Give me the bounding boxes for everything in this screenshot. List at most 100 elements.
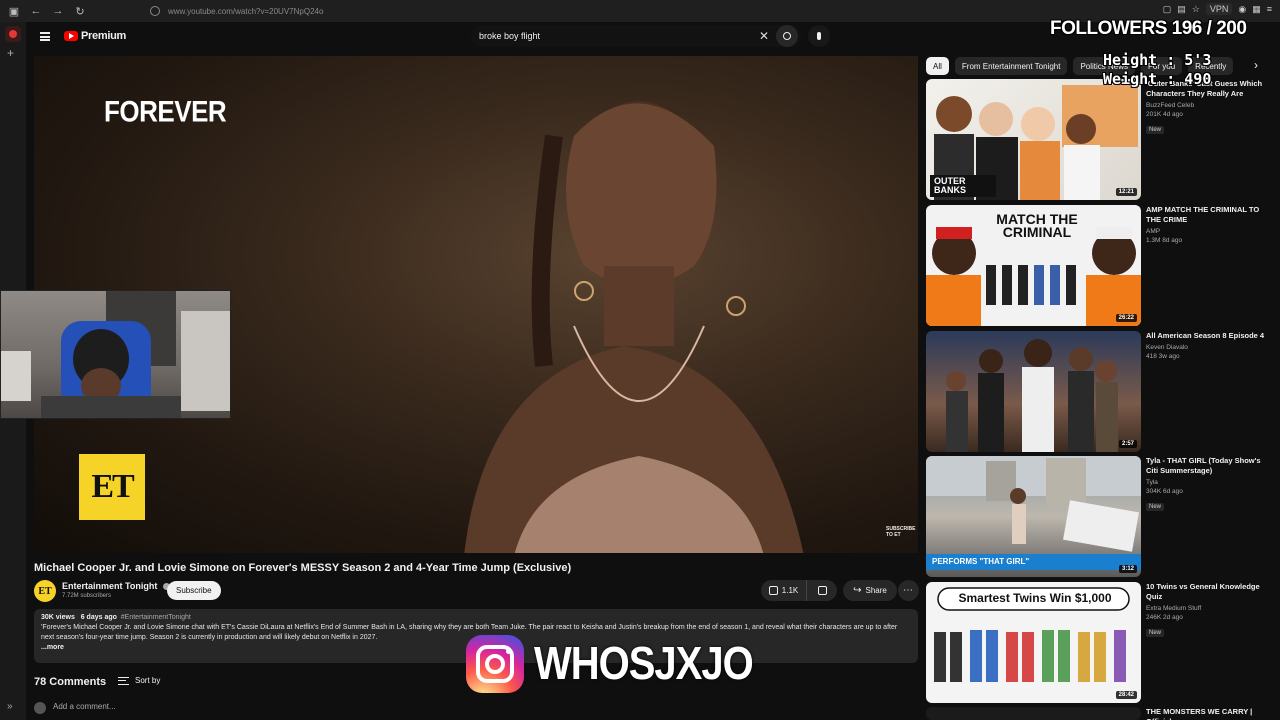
recommendation-title[interactable]: 10 Twins vs General Knowledge Quiz: [1146, 582, 1270, 602]
search-box: [471, 25, 801, 47]
video-title: Michael Cooper Jr. and Lovie Simone on F…: [34, 562, 572, 574]
like-button[interactable]: 1.1K: [761, 580, 807, 601]
channel-avatar[interactable]: ET: [34, 580, 56, 602]
recommendation-title[interactable]: Tyla - THAT GIRL (Today Show's Citi Summ…: [1146, 456, 1270, 476]
recommendation-channel[interactable]: BuzzFeed Celeb: [1146, 102, 1270, 109]
recommendation-title[interactable]: All American Season 8 Episode 4: [1146, 331, 1270, 341]
channel-name[interactable]: Entertainment Tonight: [62, 581, 157, 591]
youtube-tab-icon[interactable]: [5, 26, 21, 42]
instagram-icon: [466, 635, 524, 693]
recommendation-channel[interactable]: AMP: [1146, 228, 1270, 235]
related-filter-chips: All From Entertainment Tonight Politics …: [926, 56, 1271, 76]
chevron-right-icon[interactable]: ›: [1254, 58, 1258, 72]
search-input[interactable]: [479, 31, 749, 41]
recommendation-title[interactable]: AMP MATCH THE CRIMINAL TO THE CRIME: [1146, 205, 1270, 225]
sort-label: Sort by: [135, 676, 161, 685]
mic-icon: [817, 32, 821, 40]
new-badge: New: [1146, 629, 1165, 637]
youtube-logo[interactable]: Premium: [64, 30, 126, 42]
hashtag-link[interactable]: #EntertainmentTonight: [121, 614, 191, 621]
description-meta: 30K views 6 days ago #EntertainmentTonig…: [41, 614, 911, 621]
chip-all[interactable]: All: [926, 57, 949, 75]
url-text: www.youtube.com/watch?v=20UV7NpQ24o: [168, 6, 324, 16]
video-thumbnail[interactable]: OUTER BANKS 12:21: [926, 79, 1141, 200]
video-duration: 12:21: [1115, 188, 1137, 196]
subscribe-watermark[interactable]: SUBSCRIBE TO ET: [886, 526, 916, 538]
recommendation-info: Tyla - THAT GIRL (Today Show's Citi Summ…: [1146, 456, 1270, 513]
video-thumbnail[interactable]: PERFORMS "THAT GIRL" 3:12: [926, 456, 1141, 577]
followers-goal-overlay: FOLLOWERS 196 / 200: [1050, 18, 1247, 39]
expand-sidebar-icon[interactable]: »: [7, 701, 13, 712]
video-thumbnail[interactable]: MATCH THE CRIMINAL 26:22: [926, 205, 1141, 326]
thumbnail-caption: Smartest Twins Win $1,000: [958, 591, 1112, 605]
search-button[interactable]: [776, 25, 798, 47]
video-thumbnail[interactable]: 2:57: [926, 331, 1141, 452]
recommendation-item[interactable]: MATCH THE CRIMINAL 26:22 AMP MATCH THE C…: [926, 205, 1271, 327]
view-count: 30K views: [41, 614, 75, 621]
new-tab-icon[interactable]: +: [7, 46, 14, 60]
address-bar[interactable]: www.youtube.com/watch?v=20UV7NpQ24o: [150, 3, 1010, 19]
like-dislike-group: 1.1K: [761, 580, 837, 601]
video-duration: 26:22: [1115, 314, 1137, 322]
chip-from-channel[interactable]: From Entertainment Tonight: [954, 57, 1068, 75]
video-thumbnail[interactable]: [926, 707, 1141, 720]
back-icon[interactable]: ←: [28, 3, 44, 19]
reader-icon[interactable]: ▤: [1177, 4, 1186, 15]
recommendation-channel[interactable]: Keven Diavalo: [1146, 344, 1270, 351]
recommendation-title[interactable]: THE MONSTERS WE CARRY | Official: [1146, 707, 1270, 720]
subscriber-count: 7.72M subscribers: [62, 593, 112, 599]
forward-icon[interactable]: →: [50, 3, 66, 19]
recommendation-meta: 304K 6d ago: [1146, 488, 1183, 495]
youtube-play-icon: [64, 31, 78, 41]
recommendation-info: 10 Twins vs General Knowledge Quiz Extra…: [1146, 582, 1270, 639]
channel-row: ET Entertainment Tonight 7.72M subscribe…: [34, 579, 919, 603]
bookmark-icon[interactable]: ☆: [1192, 4, 1200, 15]
new-badge: New: [1146, 126, 1165, 134]
et-logo-text: ET: [91, 468, 134, 505]
more-actions-button[interactable]: ⋯: [898, 580, 919, 601]
guide-menu-icon[interactable]: [40, 32, 50, 41]
extension-icon[interactable]: ◉: [1238, 4, 1246, 15]
show-logo: FOREVER: [104, 93, 227, 129]
video-thumbnail[interactable]: Smartest Twins Win $1,000 28:42: [926, 582, 1141, 703]
browser-actions: ▢ ▤ ☆ VPN ◉ ▦ ≡: [1163, 3, 1272, 15]
thumbnail-caption: OUTER BANKS: [934, 176, 967, 195]
recommendation-meta: 201K 4d ago: [1146, 111, 1183, 118]
thumbnail-art: [946, 339, 1118, 452]
voice-search-button[interactable]: [808, 25, 830, 47]
recommendation-info: AMP MATCH THE CRIMINAL TO THE CRIME AMP …: [1146, 205, 1270, 244]
share-button[interactable]: ↪ Share: [843, 580, 897, 601]
streamer-webcam: [0, 290, 231, 419]
recommendation-item[interactable]: PERFORMS "THAT GIRL" 3:12 Tyla - THAT GI…: [926, 456, 1271, 578]
sort-comments-button[interactable]: Sort by: [118, 676, 160, 685]
instagram-handle: WHOSJXJO: [534, 638, 754, 689]
wallet-icon[interactable]: ▦: [1252, 4, 1261, 15]
tabs-icon[interactable]: ▣: [6, 3, 22, 19]
dislike-button[interactable]: [807, 580, 837, 601]
subscribe-button[interactable]: Subscribe: [167, 581, 221, 600]
recommendation-item[interactable]: Smartest Twins Win $1,000 28:42 10 Twins…: [926, 582, 1271, 704]
add-comment-input[interactable]: [53, 702, 453, 711]
recommendation-item[interactable]: THE MONSTERS WE CARRY | Official: [926, 707, 1271, 720]
thumbnail-caption: PERFORMS "THAT GIRL": [932, 557, 1030, 566]
screen: ▣ ← → ↻ www.youtube.com/watch?v=20UV7NpQ…: [0, 0, 1280, 720]
vpn-badge[interactable]: VPN: [1205, 3, 1233, 15]
video-duration: 2:57: [1118, 440, 1137, 448]
comments-count: 78 Comments: [34, 676, 107, 688]
site-info-icon[interactable]: [150, 6, 160, 16]
thumbs-down-icon: [817, 586, 827, 595]
recommendation-item[interactable]: 2:57 All American Season 8 Episode 4 Kev…: [926, 331, 1271, 453]
user-avatar: [34, 702, 46, 714]
clear-search-icon[interactable]: ✕: [759, 29, 769, 43]
video-duration: 3:12: [1118, 565, 1137, 573]
screenshot-icon[interactable]: ▢: [1163, 4, 1172, 15]
menu-icon[interactable]: ≡: [1267, 4, 1272, 14]
webcam-scene: [1, 291, 230, 418]
video-duration: 28:42: [1115, 691, 1137, 699]
recommendation-channel[interactable]: Tyla: [1146, 479, 1270, 486]
new-badge: New: [1146, 503, 1165, 511]
reload-icon[interactable]: ↻: [72, 3, 88, 19]
recommendation-item[interactable]: OUTER BANKS 12:21 'Outer Banks' Cast Gue…: [926, 79, 1271, 201]
thumbnail-caption: MATCH THE CRIMINAL: [996, 211, 1078, 240]
recommendation-channel[interactable]: Extra Medium Stuff: [1146, 605, 1270, 612]
